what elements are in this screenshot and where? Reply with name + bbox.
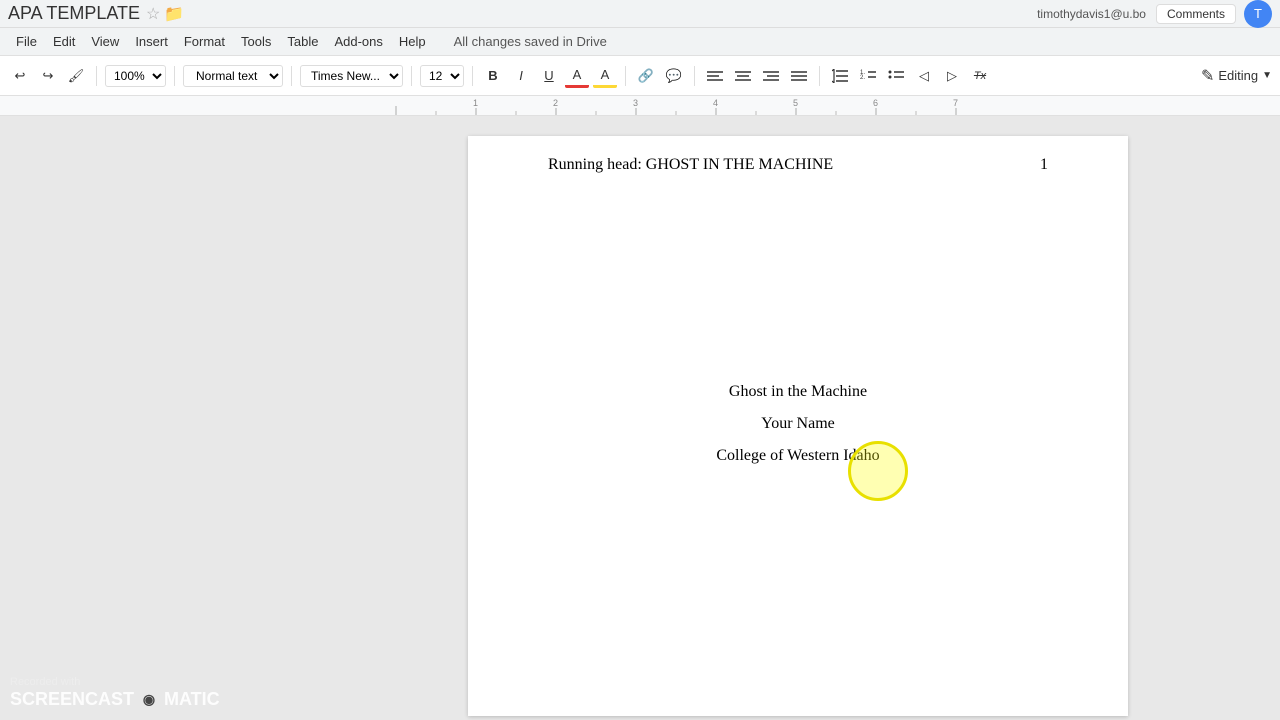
page-number: 1	[1040, 156, 1048, 174]
page-header: Running head: GHOST IN THE MACHINE 1	[548, 156, 1048, 174]
institution-line: College of Western Idaho	[716, 440, 879, 472]
toolbar: ↩ ↪ 🖌 100% 75% 50% 125% 150% Normal text…	[0, 56, 1280, 96]
brand-name: SCREENCAST ◉ MATIC	[10, 688, 220, 710]
zoom-select[interactable]: 100% 75% 50% 125% 150%	[105, 65, 166, 87]
edit-icon: ✎	[1201, 66, 1214, 86]
menu-item-help[interactable]: Help	[391, 32, 434, 51]
font-size-select[interactable]: 12 8 10 14 18 24	[420, 65, 464, 87]
svg-text:5: 5	[793, 98, 798, 108]
menu-item-edit[interactable]: Edit	[45, 32, 83, 51]
separator	[694, 66, 695, 86]
align-left-button[interactable]	[703, 64, 727, 88]
menu-item-file[interactable]: File	[8, 32, 45, 51]
menu-item-tools[interactable]: Tools	[233, 32, 279, 51]
brand-circle: ◉	[138, 688, 160, 710]
avatar[interactable]: T	[1244, 0, 1272, 28]
save-status: All changes saved in Drive	[454, 34, 607, 49]
redo-button[interactable]: ↪	[36, 64, 60, 88]
user-email: timothydavis1@u.bo	[1037, 7, 1146, 21]
align-right-button[interactable]	[759, 64, 783, 88]
separator	[625, 66, 626, 86]
svg-text:3: 3	[633, 98, 638, 108]
running-head: Running head: GHOST IN THE MACHINE	[548, 156, 833, 174]
font-select[interactable]: Times New... Arial Calibri Georgia	[300, 65, 403, 87]
watermark: Recorded with SCREENCAST ◉ MATIC	[10, 676, 220, 710]
menu-item-table[interactable]: Table	[279, 32, 326, 51]
folder-icon[interactable]: 📁	[164, 4, 184, 24]
underline-button[interactable]: U	[537, 64, 561, 88]
editing-label-text: Editing	[1218, 68, 1258, 83]
document-page[interactable]: Running head: GHOST IN THE MACHINE 1 Gho…	[468, 136, 1128, 716]
ruler: 1 2 3 4 5 6 7	[0, 96, 1280, 116]
italic-button[interactable]: I	[509, 64, 533, 88]
menu-item-format[interactable]: Format	[176, 32, 233, 51]
menu-bar: File Edit View Insert Format Tools Table…	[0, 28, 1280, 56]
numbered-list-button[interactable]: 1.2.	[856, 64, 880, 88]
editing-indicator[interactable]: ✎ Editing ▼	[1201, 66, 1272, 86]
increase-indent-button[interactable]: ▷	[940, 64, 964, 88]
style-select[interactable]: Normal text Title Heading 1 Heading 2 He…	[183, 65, 283, 87]
svg-text:1: 1	[473, 98, 478, 108]
svg-text:2: 2	[553, 98, 558, 108]
separator	[472, 66, 473, 86]
brand-text-screencast: SCREENCAST	[10, 689, 134, 710]
separator	[174, 66, 175, 86]
menu-item-insert[interactable]: Insert	[127, 32, 176, 51]
svg-text:4: 4	[713, 98, 718, 108]
paintformat-button[interactable]: 🖌	[64, 64, 88, 88]
doc-title[interactable]: APA TEMPLATE	[8, 3, 140, 24]
bullet-list-button[interactable]	[884, 64, 908, 88]
separator	[411, 66, 412, 86]
align-justify-button[interactable]	[787, 64, 811, 88]
bold-button[interactable]: B	[481, 64, 505, 88]
separator	[819, 66, 820, 86]
star-icon[interactable]: ☆	[146, 4, 160, 24]
menu-item-addons[interactable]: Add-ons	[326, 32, 390, 51]
svg-text:7: 7	[953, 98, 958, 108]
align-center-button[interactable]	[731, 64, 755, 88]
highlight-button[interactable]: A	[593, 64, 617, 88]
separator	[291, 66, 292, 86]
decrease-indent-button[interactable]: ◁	[912, 64, 936, 88]
author-line: Your Name	[761, 408, 834, 440]
menu-item-view[interactable]: View	[83, 32, 127, 51]
text-color-button[interactable]: A	[565, 64, 589, 88]
left-panel	[0, 116, 316, 720]
link-button[interactable]: 🔗	[634, 64, 658, 88]
comments-button[interactable]: Comments	[1156, 4, 1236, 24]
clear-format-button[interactable]: Tx	[968, 64, 992, 88]
recorded-with-text: Recorded with	[10, 676, 220, 688]
title-line: Ghost in the Machine	[729, 376, 867, 408]
svg-text:2.: 2.	[860, 75, 865, 81]
title-bar: APA TEMPLATE ☆ 📁 timothydavis1@u.bo Comm…	[0, 0, 1280, 28]
separator	[96, 66, 97, 86]
svg-text:6: 6	[873, 98, 878, 108]
page-content: Ghost in the Machine Your Name College o…	[548, 196, 1048, 472]
undo-button[interactable]: ↩	[8, 64, 32, 88]
page-container: Running head: GHOST IN THE MACHINE 1 Gho…	[316, 116, 1280, 720]
chevron-down-icon[interactable]: ▼	[1262, 70, 1272, 81]
brand-text-matic: MATIC	[164, 689, 220, 710]
comment-button[interactable]: 💬	[662, 64, 686, 88]
line-spacing-button[interactable]	[828, 64, 852, 88]
main-area: Running head: GHOST IN THE MACHINE 1 Gho…	[0, 116, 1280, 720]
